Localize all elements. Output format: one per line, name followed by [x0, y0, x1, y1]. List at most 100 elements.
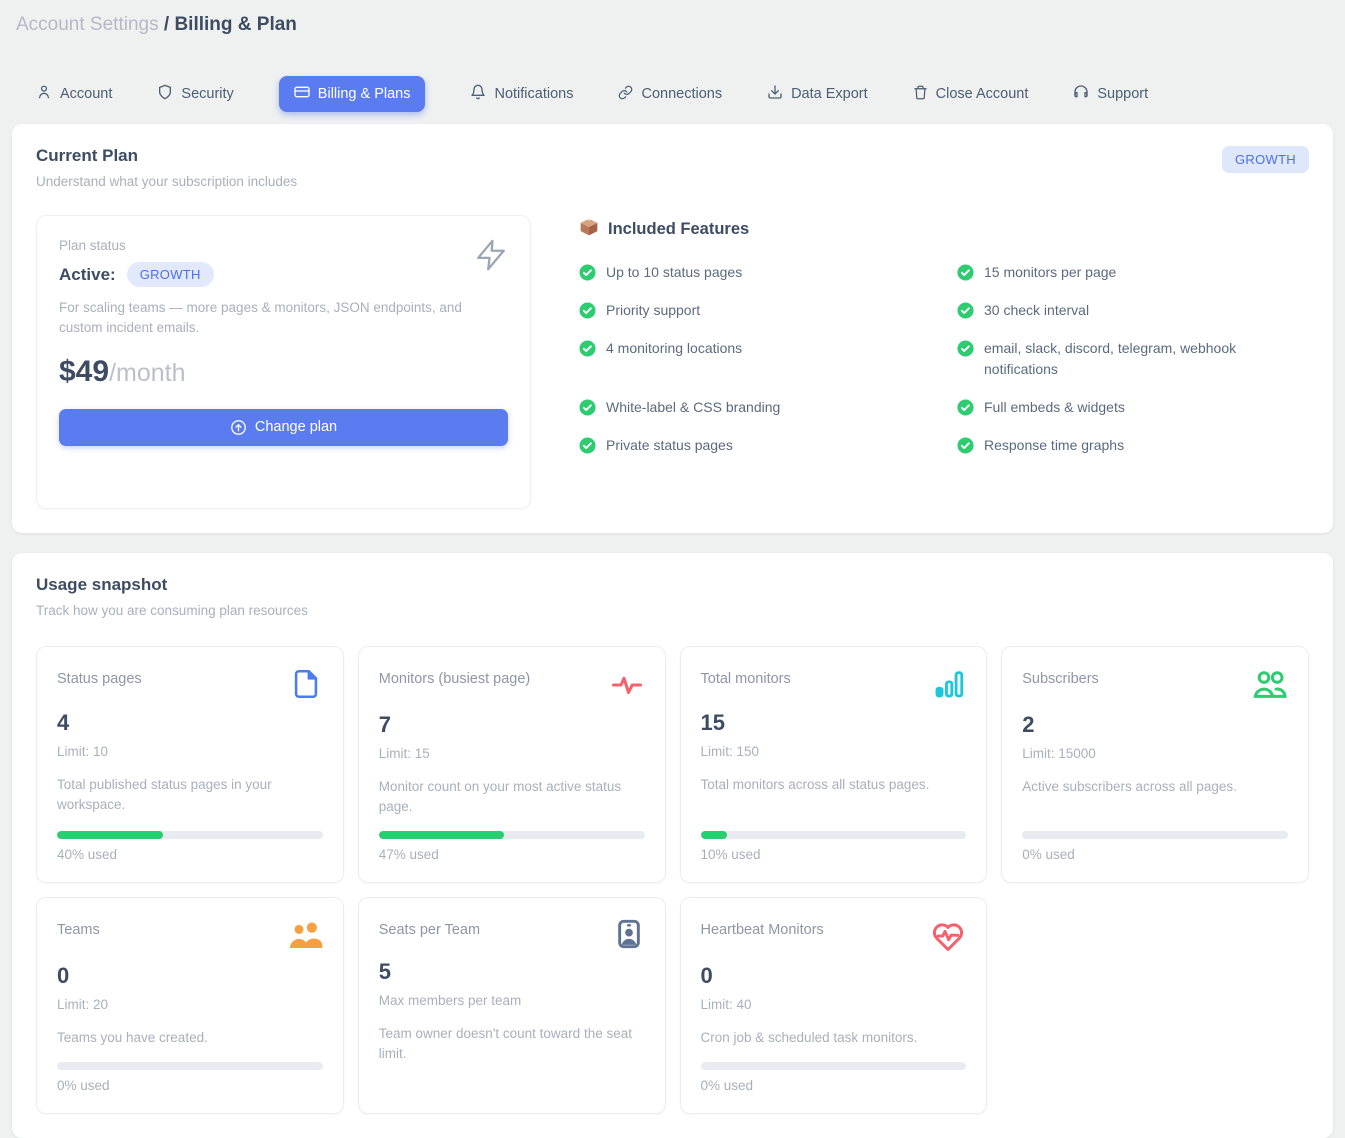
card-description: Active subscribers across all pages.: [1022, 777, 1288, 797]
tab-notifications[interactable]: Notifications: [470, 76, 573, 112]
check-circle-icon: [579, 264, 596, 281]
tab-label: Security: [181, 86, 233, 102]
percent-used-label: 40% used: [57, 847, 323, 862]
card-title: Teams: [57, 918, 100, 938]
tab-connections[interactable]: Connections: [618, 76, 722, 112]
tab-label: Close Account: [936, 86, 1029, 102]
feature-item: Full embeds & widgets: [957, 397, 1309, 418]
breadcrumb-root[interactable]: Account Settings: [16, 14, 159, 35]
link-icon: [618, 85, 633, 104]
plan-status-card: Plan status Active: GROWTH For scaling t…: [36, 215, 531, 509]
plan-status-label: Plan status: [59, 238, 508, 253]
card-description: Total monitors across all status pages.: [701, 775, 967, 795]
lightning-icon: [474, 238, 508, 277]
check-circle-icon: [957, 437, 974, 454]
percent-used-label: 0% used: [57, 1078, 323, 1093]
credit-card-icon: [294, 84, 310, 104]
card-description: Total published status pages in your wor…: [57, 775, 323, 816]
card-description: Team owner doesn't count toward the seat…: [379, 1024, 645, 1065]
plan-status-badge: GROWTH: [127, 262, 214, 287]
current-plan-panel: Current Plan Understand what your subscr…: [12, 124, 1333, 533]
check-circle-icon: [957, 302, 974, 319]
usage-card-seats-per-team: Seats per Team 5 Max members per team Te…: [358, 897, 666, 1114]
progress-bar: 47% used: [379, 817, 645, 862]
usage-snapshot-panel: Usage snapshot Track how you are consumi…: [12, 553, 1333, 1138]
card-title: Seats per Team: [379, 918, 480, 938]
check-circle-icon: [579, 399, 596, 416]
plan-price: $49/month: [59, 355, 508, 389]
card-limit: Limit: 10: [57, 744, 323, 759]
package-icon: [579, 217, 599, 242]
progress-bar: 40% used: [57, 817, 323, 862]
file-icon: [289, 667, 323, 706]
tab-label: Data Export: [791, 86, 868, 102]
feature-item: Response time graphs: [957, 435, 1309, 456]
tab-close-account[interactable]: Close Account: [913, 76, 1029, 112]
users-icon: [1252, 667, 1288, 708]
usage-title: Usage snapshot: [36, 575, 1309, 595]
id-badge-icon: [613, 918, 645, 955]
settings-tab-bar: Account Security Billing & Plans Notific…: [12, 76, 1333, 112]
usage-card-subscribers: Subscribers 2 Limit: 15000 Active subscr…: [1001, 646, 1309, 884]
card-title: Heartbeat Monitors: [701, 918, 824, 938]
tab-data-export[interactable]: Data Export: [767, 76, 868, 112]
change-plan-label: Change plan: [255, 419, 337, 435]
billing-page: Account Settings / Billing & Plan Accoun…: [0, 0, 1345, 1138]
arrow-up-circle-icon: [230, 419, 247, 436]
percent-used-label: 0% used: [701, 1078, 967, 1093]
card-description: Cron job & scheduled task monitors.: [701, 1028, 967, 1048]
card-title: Monitors (busiest page): [379, 667, 531, 687]
percent-used-label: 47% used: [379, 847, 645, 862]
card-value: 0: [57, 963, 323, 989]
usage-card-status-pages: Status pages 4 Limit: 10 Total published…: [36, 646, 344, 884]
usage-card-heartbeat-monitors: Heartbeat Monitors 0 Limit: 40 Cron job …: [680, 897, 988, 1114]
tab-support[interactable]: Support: [1073, 76, 1148, 112]
headset-icon: [1073, 84, 1089, 104]
features-grid: Up to 10 status pages 15 monitors per pa…: [579, 262, 1309, 456]
plan-description: For scaling teams — more pages & monitor…: [59, 298, 508, 339]
trash-icon: [913, 85, 928, 104]
change-plan-button[interactable]: Change plan: [59, 409, 508, 446]
progress-bar: 0% used: [57, 1048, 323, 1093]
features-title: Included Features: [608, 220, 749, 239]
card-limit: Max members per team: [379, 993, 645, 1008]
card-value: 4: [57, 710, 323, 736]
shield-icon: [157, 84, 173, 104]
usage-card-total-monitors: Total monitors 15 Limit: 150 Total monit…: [680, 646, 988, 884]
card-limit: Limit: 20: [57, 997, 323, 1012]
feature-item: 30 check interval: [957, 300, 1309, 321]
card-value: 2: [1022, 712, 1288, 738]
usage-card-teams: Teams 0 Limit: 20 Teams you have created…: [36, 897, 344, 1114]
progress-bar: 0% used: [701, 1048, 967, 1093]
tab-label: Account: [60, 86, 112, 102]
card-title: Total monitors: [701, 667, 791, 687]
usage-card-monitors-busiest: Monitors (busiest page) 7 Limit: 15 Moni…: [358, 646, 666, 884]
plan-tier-badge: GROWTH: [1222, 146, 1309, 173]
card-title: Status pages: [57, 667, 142, 687]
card-value: 15: [701, 710, 967, 736]
tab-label: Support: [1097, 86, 1148, 102]
tab-security[interactable]: Security: [157, 76, 233, 112]
page-title: Billing & Plan: [174, 14, 296, 35]
progress-bar: 0% used: [1022, 817, 1288, 862]
check-circle-icon: [957, 340, 974, 357]
bar-chart-icon: [932, 667, 966, 706]
card-value: 0: [701, 963, 967, 989]
included-features: Included Features Up to 10 status pages …: [579, 215, 1309, 509]
price-period: /month: [109, 359, 185, 387]
card-limit: Limit: 15: [379, 746, 645, 761]
card-description: Teams you have created.: [57, 1028, 323, 1048]
card-description: Monitor count on your most active status…: [379, 777, 645, 818]
card-value: 7: [379, 712, 645, 738]
tab-account[interactable]: Account: [36, 76, 112, 112]
bell-icon: [470, 84, 486, 104]
tab-billing-plans[interactable]: Billing & Plans: [279, 76, 426, 112]
check-circle-icon: [579, 302, 596, 319]
check-circle-icon: [579, 437, 596, 454]
card-limit: Limit: 40: [701, 997, 967, 1012]
heart-pulse-icon: [930, 918, 966, 959]
tab-label: Notifications: [494, 86, 573, 102]
feature-item: White-label & CSS branding: [579, 397, 931, 418]
percent-used-label: 0% used: [1022, 847, 1288, 862]
current-plan-title: Current Plan: [36, 146, 297, 166]
